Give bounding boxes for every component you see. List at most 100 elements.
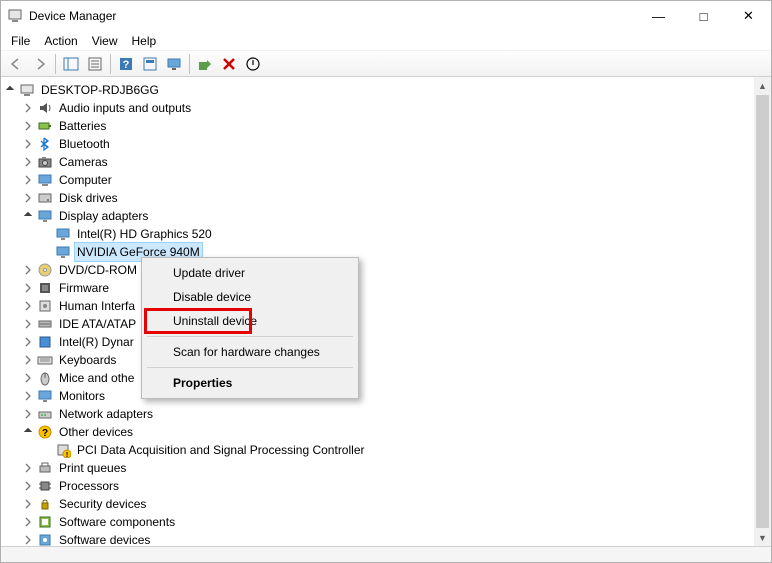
expand-icon[interactable] (23, 103, 37, 113)
tree-node-mouse[interactable]: Mice and othe (5, 369, 754, 387)
vertical-scrollbar[interactable]: ▲ ▼ (754, 77, 771, 546)
expand-icon[interactable] (23, 517, 37, 527)
action-toolbar-button[interactable] (139, 53, 161, 75)
collapse-icon[interactable] (23, 211, 37, 221)
tree-node-ide[interactable]: IDE ATA/ATAP (5, 315, 754, 333)
device-manager-window: Device Manager — □ ✕ File Action View He… (0, 0, 772, 563)
unknown-icon: ! (55, 442, 71, 458)
expand-icon[interactable] (23, 409, 37, 419)
expand-icon[interactable] (23, 337, 37, 347)
tree-node-firmware[interactable]: Firmware (5, 279, 754, 297)
tree-node-other[interactable]: ?Other devices (5, 423, 754, 441)
expand-icon[interactable] (23, 157, 37, 167)
tree-node-bluetooth[interactable]: Bluetooth (5, 135, 754, 153)
context-menu-uninstall-device[interactable]: Uninstall device (145, 309, 355, 333)
expand-icon[interactable] (23, 121, 37, 131)
expand-icon[interactable] (23, 535, 37, 545)
tree-node-camera[interactable]: Cameras (5, 153, 754, 171)
help-button[interactable]: ? (115, 53, 137, 75)
expand-icon[interactable] (23, 193, 37, 203)
tree-node-label: Disk drives (57, 189, 120, 207)
device-tree[interactable]: DESKTOP-RDJB6GGAudio inputs and outputsB… (1, 77, 754, 546)
tree-node-cpu[interactable]: Processors (5, 477, 754, 495)
tree-node-security[interactable]: Security devices (5, 495, 754, 513)
menu-action[interactable]: Action (38, 32, 83, 50)
show-hide-tree-button[interactable] (60, 53, 82, 75)
expand-icon[interactable] (23, 265, 37, 275)
uninstall-button[interactable] (218, 53, 240, 75)
tree-node-disk[interactable]: Disk drives (5, 189, 754, 207)
expand-icon[interactable] (23, 481, 37, 491)
mouse-icon (37, 370, 53, 386)
tree-root[interactable]: DESKTOP-RDJB6GG (5, 81, 754, 99)
context-menu-scan-for-hardware-changes[interactable]: Scan for hardware changes (145, 340, 355, 364)
svg-text:?: ? (123, 59, 130, 71)
expand-icon[interactable] (23, 391, 37, 401)
toolbar-separator (110, 54, 111, 74)
tree-node-child[interactable]: NVIDIA GeForce 940M (5, 243, 754, 261)
tree-node-monitor[interactable]: Monitors (5, 387, 754, 405)
expand-icon[interactable] (23, 283, 37, 293)
svg-text:!: ! (66, 452, 68, 458)
tree-node-child[interactable]: Intel(R) HD Graphics 520 (5, 225, 754, 243)
audio-icon (37, 100, 53, 116)
close-button[interactable]: ✕ (726, 1, 771, 31)
scan-hardware-button[interactable] (163, 53, 185, 75)
tree-node-label: Mice and othe (57, 369, 136, 387)
expand-icon[interactable] (23, 355, 37, 365)
tree-node-network[interactable]: Network adapters (5, 405, 754, 423)
statusbar (1, 546, 771, 562)
tree-node-label: DVD/CD-ROM (57, 261, 139, 279)
tree-node-child[interactable]: !PCI Data Acquisition and Signal Process… (5, 441, 754, 459)
expand-icon[interactable] (23, 319, 37, 329)
tree-node-label: Firmware (57, 279, 111, 297)
collapse-icon[interactable] (5, 85, 19, 95)
tree-node-audio[interactable]: Audio inputs and outputs (5, 99, 754, 117)
menu-view[interactable]: View (86, 32, 124, 50)
printer-icon (37, 460, 53, 476)
minimize-button[interactable]: — (636, 1, 681, 31)
expand-icon[interactable] (23, 175, 37, 185)
scroll-thumb[interactable] (756, 95, 769, 528)
expand-icon[interactable] (23, 139, 37, 149)
tree-node-label: Human Interfa (57, 297, 137, 315)
tree-node-label: Intel(R) HD Graphics 520 (75, 225, 214, 243)
disable-button[interactable] (242, 53, 264, 75)
context-menu-disable-device[interactable]: Disable device (145, 285, 355, 309)
menu-help[interactable]: Help (126, 32, 163, 50)
tree-node-keyboard[interactable]: Keyboards (5, 351, 754, 369)
titlebar: Device Manager — □ ✕ (1, 1, 771, 31)
context-menu-update-driver[interactable]: Update driver (145, 261, 355, 285)
forward-button[interactable] (29, 53, 51, 75)
tree-node-computer[interactable]: Computer (5, 171, 754, 189)
expand-icon[interactable] (23, 373, 37, 383)
tree-node-swcomp[interactable]: Software components (5, 513, 754, 531)
network-icon (37, 406, 53, 422)
collapse-icon[interactable] (23, 427, 37, 437)
other-icon: ? (37, 424, 53, 440)
tree-node-intel[interactable]: Intel(R) Dynar (5, 333, 754, 351)
tree-node-label: Other devices (57, 423, 135, 441)
expand-icon[interactable] (23, 463, 37, 473)
expand-icon[interactable] (23, 301, 37, 311)
tree-node-dvd[interactable]: DVD/CD-ROM (5, 261, 754, 279)
scroll-up-arrow[interactable]: ▲ (754, 77, 771, 94)
tree-node-label: Processors (57, 477, 121, 495)
properties-toolbar-button[interactable] (84, 53, 106, 75)
context-menu-properties[interactable]: Properties (145, 371, 355, 395)
tree-node-label: Software components (57, 513, 177, 531)
tree-node-battery[interactable]: Batteries (5, 117, 754, 135)
tree-node-display[interactable]: Display adapters (5, 207, 754, 225)
toolbar: ? (1, 51, 771, 77)
maximize-button[interactable]: □ (681, 1, 726, 31)
menu-file[interactable]: File (5, 32, 36, 50)
expand-icon[interactable] (23, 499, 37, 509)
update-driver-button[interactable] (194, 53, 216, 75)
scroll-down-arrow[interactable]: ▼ (754, 529, 771, 546)
tree-node-swdev[interactable]: Software devices (5, 531, 754, 546)
back-button[interactable] (5, 53, 27, 75)
tree-node-hid[interactable]: Human Interfa (5, 297, 754, 315)
intel-icon (37, 334, 53, 350)
content-area: DESKTOP-RDJB6GGAudio inputs and outputsB… (1, 77, 771, 546)
tree-node-printer[interactable]: Print queues (5, 459, 754, 477)
